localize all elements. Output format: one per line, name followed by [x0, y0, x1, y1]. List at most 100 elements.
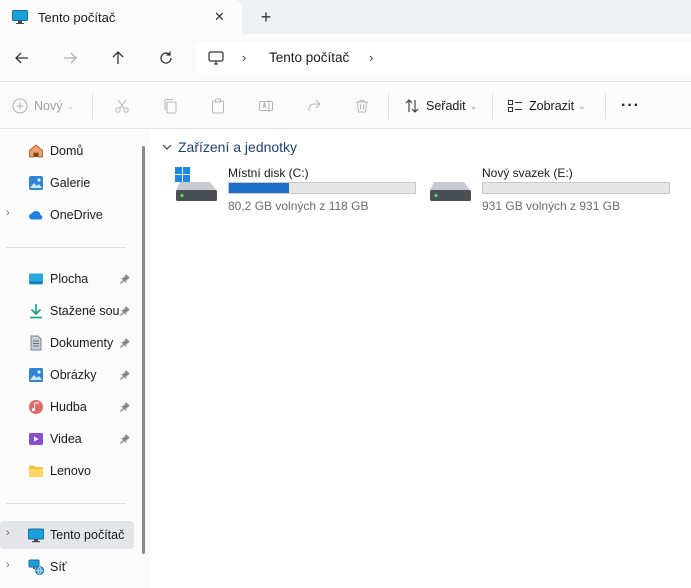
rename-button[interactable] [258, 95, 274, 117]
trash-icon [356, 100, 368, 113]
chevron-right-icon[interactable]: › [6, 559, 10, 571]
gallery-icon [29, 176, 43, 190]
refresh-button[interactable] [154, 46, 178, 70]
sort-icon [405, 99, 419, 113]
breadcrumb-this-pc[interactable]: Tento počítač [269, 50, 349, 65]
sidebar-item-network[interactable]: › Síť [0, 553, 134, 581]
toolbar-divider [605, 93, 606, 119]
scissors-icon [115, 99, 129, 113]
documents-icon [30, 335, 42, 351]
navigation-pane: Domů Galerie › OneDrive Plocha Stažené s… [0, 129, 150, 588]
view-list-icon [508, 100, 522, 112]
this-pc-icon [28, 528, 44, 543]
sidebar-item-this-pc[interactable]: › Tento počítač [0, 521, 134, 549]
sidebar-item-lenovo[interactable]: Lenovo [0, 457, 134, 485]
pin-icon[interactable] [119, 305, 131, 317]
sidebar-item-gallery[interactable]: Galerie [0, 169, 134, 197]
up-button[interactable] [106, 46, 130, 70]
drive-free-space: 931 GB volných z 931 GB [482, 199, 621, 213]
chevron-right-icon[interactable]: › [6, 527, 10, 539]
sidebar-item-onedrive[interactable]: › OneDrive [0, 201, 134, 229]
address-bar[interactable]: › Tento počítač › [196, 42, 691, 74]
delete-button[interactable] [354, 95, 370, 117]
new-button[interactable]: Nový ⌄ [12, 95, 74, 117]
breadcrumb-separator[interactable]: › [242, 50, 246, 65]
pictures-icon [29, 368, 43, 382]
cut-button[interactable] [114, 95, 130, 117]
refresh-icon [160, 51, 172, 64]
pin-icon[interactable] [119, 369, 131, 381]
new-button-label: Nový [34, 99, 63, 113]
videos-icon [29, 433, 43, 445]
view-button-label: Zobrazit [529, 99, 575, 113]
sidebar-scrollbar[interactable] [142, 146, 145, 554]
chevron-right-icon[interactable]: › [6, 207, 10, 219]
this-pc-icon [12, 10, 28, 24]
onedrive-icon [29, 211, 43, 220]
downloads-icon [30, 304, 42, 319]
sidebar-item-desktop[interactable]: Plocha [0, 265, 134, 293]
pin-icon[interactable] [119, 273, 131, 285]
music-icon [29, 400, 43, 414]
home-icon [29, 144, 43, 158]
pin-icon[interactable] [119, 337, 131, 349]
sidebar-item-videos[interactable]: Videa [0, 425, 134, 453]
system-drive-icon [175, 167, 217, 201]
pin-icon[interactable] [119, 433, 131, 445]
new-tab-button[interactable]: + [256, 6, 276, 28]
group-title: Zařízení a jednotky [178, 139, 298, 155]
drive-usage-bar [482, 182, 670, 194]
view-button[interactable]: Zobrazit ⌄ [507, 95, 586, 117]
share-button[interactable] [306, 95, 322, 117]
arrow-right-icon [64, 52, 77, 64]
sidebar-item-label: Videa [50, 432, 82, 446]
sidebar-item-label: Síť [50, 560, 67, 574]
sidebar-item-home[interactable]: Domů [0, 137, 134, 165]
sidebar-item-downloads[interactable]: Stažené soubory [0, 297, 134, 325]
sort-button[interactable]: Seřadit ⌄ [404, 95, 477, 117]
content-pane: Zařízení a jednotky Místní disk (C:) 80,… [150, 129, 691, 588]
sidebar-item-music[interactable]: Hudba [0, 393, 134, 421]
sidebar-divider [6, 503, 126, 504]
group-header-devices[interactable]: Zařízení a jednotky [160, 139, 297, 155]
sidebar-item-documents[interactable]: Dokumenty [0, 329, 134, 357]
drive-usage-bar [228, 182, 416, 194]
tab-close-button[interactable]: ✕ [214, 8, 225, 26]
desktop-icon [29, 273, 43, 285]
chevron-down-icon: ⌄ [469, 100, 478, 111]
drive-name: Nový svazek (E:) [482, 166, 573, 180]
breadcrumb-separator[interactable]: › [369, 50, 373, 65]
computer-icon [208, 51, 224, 65]
clipboard-icon [212, 98, 224, 114]
more-options-button[interactable]: ··· [621, 95, 640, 117]
sidebar-item-label: Obrázky [50, 368, 97, 382]
chevron-down-icon: ⌄ [578, 100, 586, 111]
tab-bar: Tento počítač ✕ + [0, 0, 691, 34]
navigation-bar: › Tento počítač › [0, 34, 691, 82]
chevron-down-icon: ⌄ [66, 100, 75, 111]
network-icon [28, 559, 44, 575]
share-icon [308, 99, 321, 111]
drive-tile-c[interactable]: Místní disk (C:) 80,2 GB volných z 118 G… [174, 164, 419, 214]
pin-icon[interactable] [119, 401, 131, 413]
arrow-up-icon [112, 51, 124, 64]
hard-drive-icon [430, 182, 471, 201]
back-button[interactable] [10, 46, 34, 70]
arrow-left-icon [15, 52, 28, 64]
sidebar-item-label: Hudba [50, 400, 87, 414]
drive-name: Místní disk (C:) [228, 166, 309, 180]
toolbar-divider [492, 93, 493, 119]
command-bar: Nový ⌄ Seřadit ⌄ Zobrazit ⌄ ··· [0, 83, 691, 129]
sidebar-item-label: Stažené soubory [50, 304, 120, 318]
folder-icon [29, 465, 43, 477]
chevron-down-icon[interactable] [160, 140, 174, 154]
tab-this-pc[interactable]: Tento počítač ✕ [0, 0, 242, 34]
drive-usage-fill [229, 183, 289, 193]
copy-button[interactable] [162, 95, 178, 117]
plus-circle-icon [12, 98, 28, 114]
toolbar-divider [92, 93, 93, 119]
sidebar-item-pictures[interactable]: Obrázky [0, 361, 134, 389]
paste-button[interactable] [210, 95, 226, 117]
drive-tile-e[interactable]: Nový svazek (E:) 931 GB volných z 931 GB [428, 164, 673, 214]
forward-button[interactable] [58, 46, 82, 70]
